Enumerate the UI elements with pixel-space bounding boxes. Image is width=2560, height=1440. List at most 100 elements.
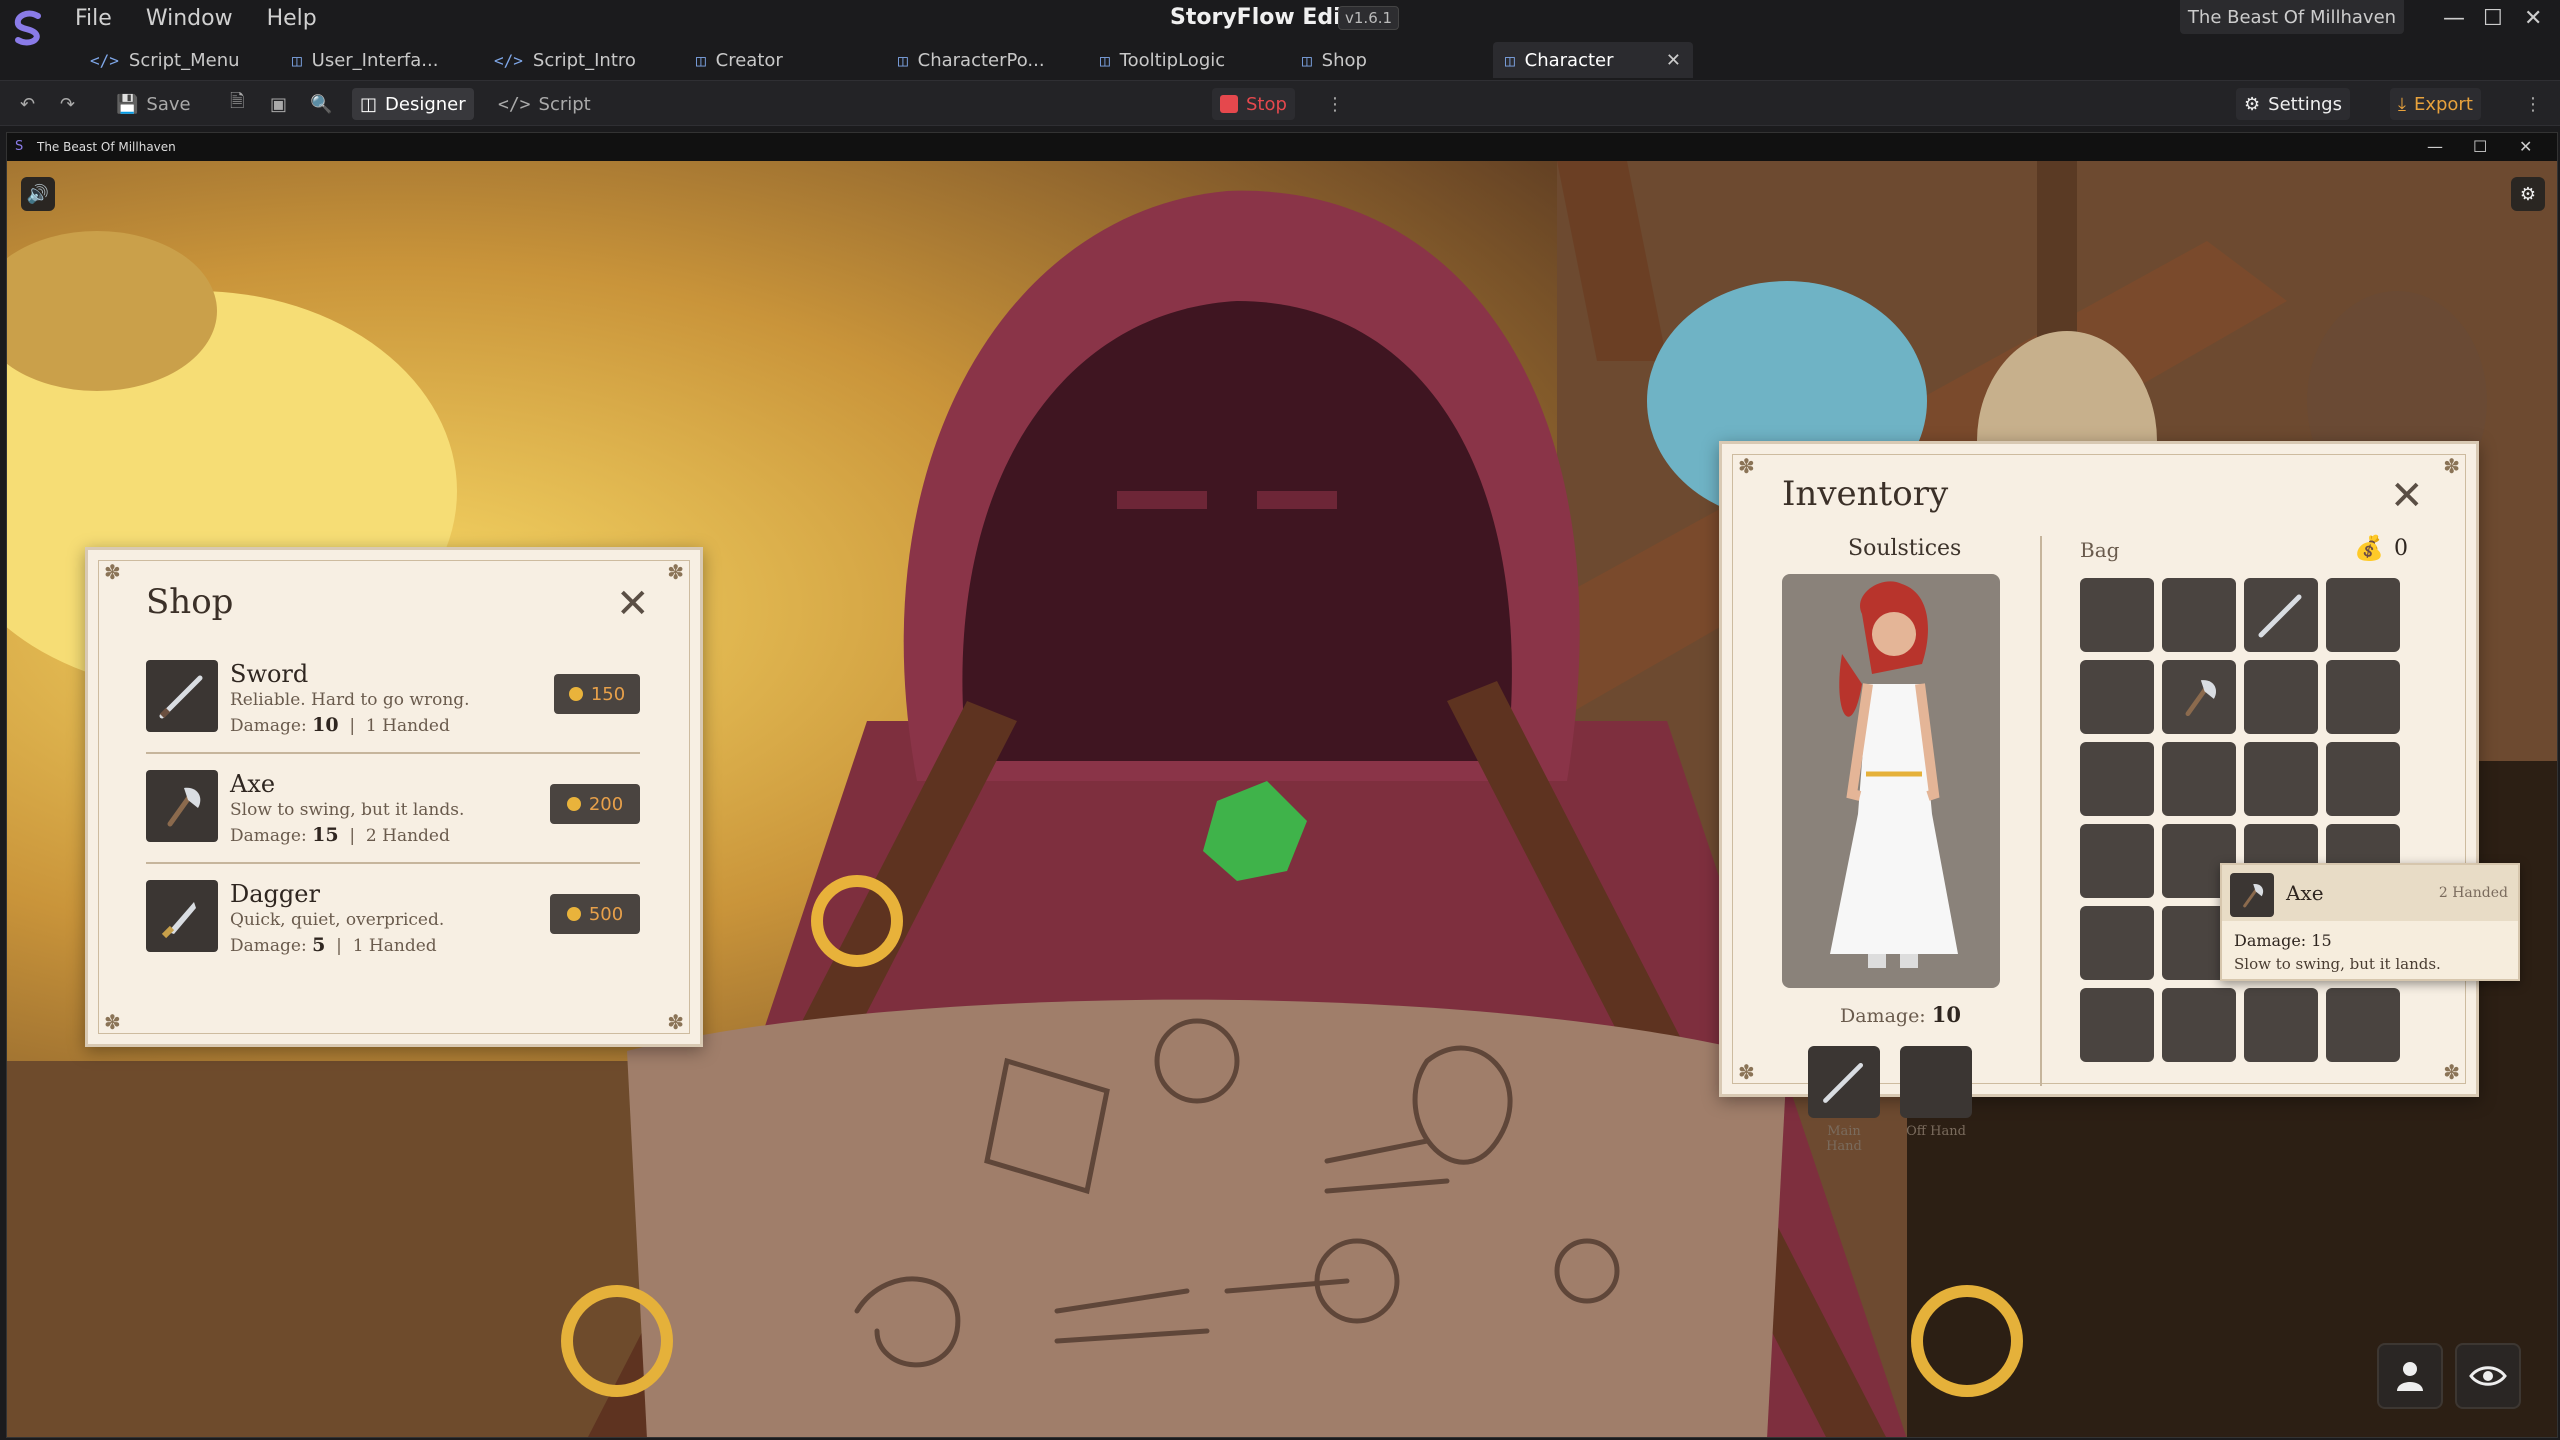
item-description: Slow to swing, but it lands. <box>230 800 465 820</box>
download-icon: ⤓ <box>2398 93 2406 115</box>
tab-creator[interactable]: ◫ Creator <box>684 42 795 78</box>
buy-button[interactable]: 200 <box>550 784 640 824</box>
minimize-icon[interactable]: — <box>2443 6 2465 31</box>
main-hand-slot[interactable] <box>1808 1046 1880 1118</box>
main-hand-label: Main Hand <box>1826 1124 1862 1154</box>
bag-slot[interactable] <box>2326 988 2400 1062</box>
bag-slot[interactable] <box>2244 660 2318 734</box>
person-icon <box>2397 1362 2423 1391</box>
character-button[interactable] <box>2377 1343 2443 1409</box>
corner-ornament-icon: ✽ <box>104 560 121 584</box>
sound-toggle-icon[interactable]: 🔊 <box>21 177 55 211</box>
menu-file[interactable]: File <box>75 6 112 31</box>
undo-icon[interactable]: ↶ <box>12 88 43 120</box>
bag-slot[interactable] <box>2244 988 2318 1062</box>
shop-close-icon[interactable]: ✕ <box>616 584 650 624</box>
character-name: Soulstices <box>1848 536 1962 561</box>
item-stats: Damage: 5 | 1 Handed <box>230 934 437 956</box>
game-close-icon[interactable]: ✕ <box>2519 137 2532 156</box>
buy-button[interactable]: 150 <box>554 674 640 714</box>
shop-item-axe[interactable]: Axe Slow to swing, but it lands. Damage:… <box>146 770 640 874</box>
code-icon: </> <box>498 93 531 115</box>
script-button[interactable]: </> Script <box>490 88 599 120</box>
bag-slot[interactable] <box>2162 578 2236 652</box>
game-maximize-icon[interactable]: ☐ <box>2473 137 2487 156</box>
axe-icon <box>2230 873 2274 917</box>
close-window-icon[interactable]: ✕ <box>2524 6 2542 31</box>
character-portrait <box>1782 574 2000 988</box>
stop-button[interactable]: Stop <box>1212 88 1295 120</box>
shop-item-sword[interactable]: Sword Reliable. Hard to go wrong. Damage… <box>146 660 640 764</box>
debug-icon[interactable]: ⚙ <box>2511 177 2545 211</box>
toolbar: ↶ ↷ 💾 Save 🗎 ▣ 🔍 ◫ Designer </> Script S… <box>0 80 2560 126</box>
inventory-title: Inventory <box>1782 474 1949 514</box>
bag-slot[interactable] <box>2080 824 2154 898</box>
bag-slot[interactable] <box>2080 988 2154 1062</box>
stop-icon <box>1220 95 1238 113</box>
game-minimize-icon[interactable]: — <box>2427 137 2443 156</box>
code-icon: </> <box>494 50 523 70</box>
visibility-button[interactable] <box>2455 1343 2521 1409</box>
bag-slot[interactable] <box>2326 578 2400 652</box>
tab-shop[interactable]: ◫ Shop <box>1290 42 1379 78</box>
bag-slot[interactable] <box>2162 988 2236 1062</box>
corner-ornament-icon: ✽ <box>1738 454 1755 478</box>
code-icon: </> <box>90 50 119 70</box>
bag-slot[interactable] <box>2326 660 2400 734</box>
tab-character-portrait[interactable]: ◫ CharacterPo... <box>886 42 1057 78</box>
bag-slot[interactable] <box>2080 742 2154 816</box>
more-options-icon[interactable]: ⋮ <box>1318 88 1352 120</box>
tab-script-intro[interactable]: </> Script_Intro <box>482 42 648 78</box>
tab-close-icon[interactable]: ✕ <box>1666 50 1681 71</box>
item-tooltip: Axe 2 Handed Damage: 15 Slow to swing, b… <box>2220 863 2520 981</box>
item-stats: Damage: 10 | 1 Handed <box>230 714 450 736</box>
character-damage: Damage: 10 <box>1840 1002 1961 1027</box>
tab-script-menu[interactable]: </> Script_Menu <box>78 42 252 78</box>
bag-slot[interactable] <box>2244 578 2318 652</box>
tab-user-interface[interactable]: ◫ User_Interfa... <box>280 42 450 78</box>
inventory-close-icon[interactable]: ✕ <box>2390 476 2424 516</box>
tab-character[interactable]: ◫ Character ✕ <box>1493 42 1693 78</box>
buy-button[interactable]: 500 <box>550 894 640 934</box>
project-name[interactable]: The Beast Of Millhaven <box>2180 0 2404 34</box>
new-file-icon[interactable]: 🗎 <box>222 88 252 120</box>
gear-icon: ⚙ <box>2244 93 2261 115</box>
coin-pouch-icon: 💰 <box>2354 534 2384 562</box>
maximize-icon[interactable]: ☐ <box>2483 6 2503 31</box>
coin-icon <box>568 687 583 701</box>
shop-panel: ✽ ✽ ✽ ✽ Shop ✕ Sword Reliable. Hard to g… <box>85 547 703 1047</box>
bag-slot[interactable] <box>2326 742 2400 816</box>
layout-icon: ◫ <box>1302 50 1312 70</box>
menu-window[interactable]: Window <box>146 6 233 31</box>
bag-slot[interactable] <box>2162 660 2236 734</box>
menu-help[interactable]: Help <box>267 6 317 31</box>
zoom-icon[interactable]: 🔍 <box>302 88 340 120</box>
bag-slot[interactable] <box>2244 742 2318 816</box>
off-hand-label: Off Hand <box>1906 1124 1966 1139</box>
axe-icon <box>146 770 218 842</box>
designer-button[interactable]: ◫ Designer <box>352 88 474 120</box>
screenshot-icon[interactable]: ▣ <box>262 88 295 120</box>
sword-icon <box>2258 594 2302 638</box>
panel-divider <box>2040 536 2042 1086</box>
export-button[interactable]: ⤓ Export <box>2390 88 2481 120</box>
off-hand-slot[interactable] <box>1900 1046 1972 1118</box>
save-icon: 💾 <box>116 93 139 115</box>
settings-button[interactable]: ⚙ Settings <box>2236 88 2350 120</box>
shop-title: Shop <box>146 582 234 622</box>
item-name: Axe <box>230 770 276 798</box>
toolbar-more-icon[interactable]: ⋮ <box>2516 88 2550 120</box>
bag-slot[interactable] <box>2080 578 2154 652</box>
sword-icon <box>146 660 218 732</box>
eye-icon <box>2469 1366 2507 1386</box>
bag-slot[interactable] <box>2080 906 2154 980</box>
bag-slot[interactable] <box>2080 660 2154 734</box>
corner-ornament-icon: ✽ <box>1738 1060 1755 1084</box>
layout-icon: ◫ <box>1100 50 1110 70</box>
shop-item-dagger[interactable]: Dagger Quick, quiet, overpriced. Damage:… <box>146 880 640 984</box>
save-button[interactable]: 💾 Save <box>108 88 199 120</box>
tab-tooltip-logic[interactable]: ◫ TooltipLogic <box>1088 42 1237 78</box>
redo-icon[interactable]: ↷ <box>52 88 83 120</box>
character-figure-icon <box>1830 581 1958 968</box>
bag-slot[interactable] <box>2162 742 2236 816</box>
